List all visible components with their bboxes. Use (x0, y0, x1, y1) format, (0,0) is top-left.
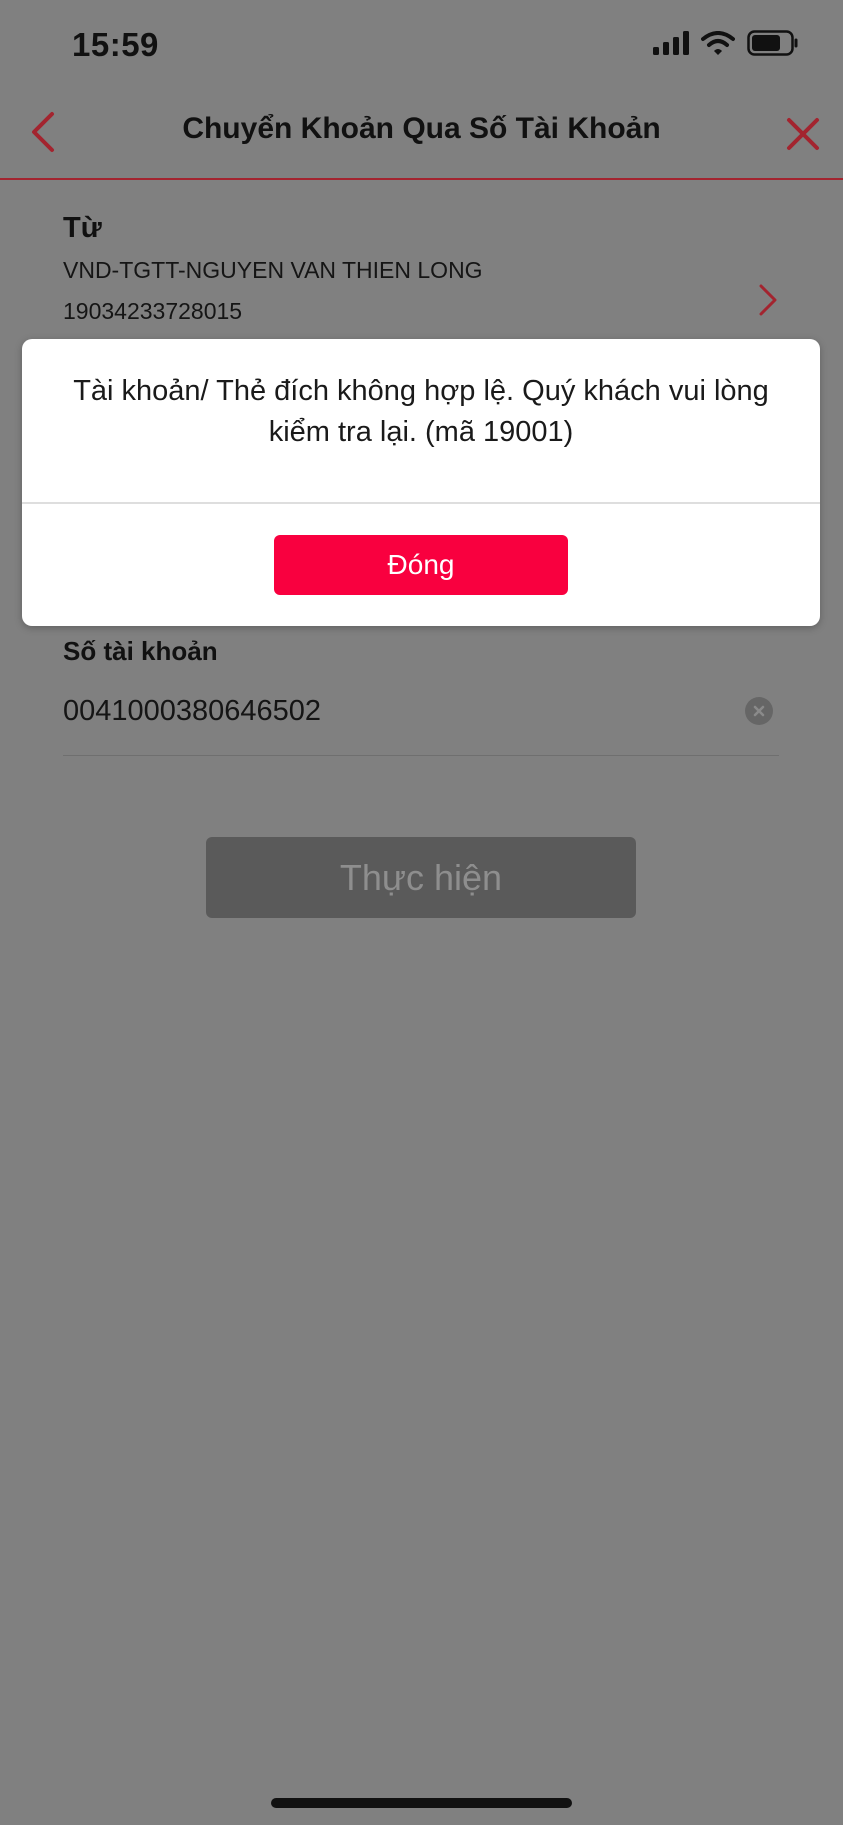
from-label: Từ (63, 212, 102, 244)
error-dialog: Tài khoản/ Thẻ đích không hợp lệ. Quý kh… (22, 339, 820, 626)
nav-bar: Chuyển Khoản Qua Số Tài Khoản (0, 90, 843, 180)
wifi-icon (701, 30, 735, 55)
submit-button[interactable]: Thực hiện (206, 837, 636, 918)
back-button[interactable] (22, 108, 62, 156)
account-number-section: Số tài khoản 0041000380646502 (63, 636, 779, 756)
clear-input-button[interactable] (745, 697, 773, 725)
account-number-value: 0041000380646502 (63, 695, 322, 727)
from-account-number: 19034233728015 (63, 298, 243, 324)
battery-icon (747, 30, 798, 56)
chevron-right-icon (759, 284, 777, 316)
from-account-selector[interactable]: Từ VND-TGTT-NGUYEN VAN THIEN LONG 190342… (63, 212, 783, 325)
dialog-divider (22, 502, 820, 504)
status-bar: 15:59 (0, 0, 843, 90)
cellular-signal-icon (653, 31, 689, 55)
chevron-left-icon (32, 112, 54, 152)
home-indicator[interactable] (271, 1798, 572, 1808)
dialog-message: Tài khoản/ Thẻ đích không hợp lệ. Quý kh… (73, 375, 769, 448)
clear-icon (753, 705, 765, 717)
status-icons (653, 30, 799, 56)
dialog-close-button[interactable]: Đóng (274, 535, 568, 595)
page-title: Chuyển Khoản Qua Số Tài Khoản (182, 112, 661, 145)
close-icon (787, 118, 819, 150)
close-button[interactable] (781, 112, 825, 156)
account-number-label: Số tài khoản (63, 636, 218, 666)
account-number-field[interactable]: 0041000380646502 (63, 689, 779, 756)
status-time: 15:59 (72, 26, 159, 63)
from-account-name: VND-TGTT-NGUYEN VAN THIEN LONG (63, 257, 483, 283)
